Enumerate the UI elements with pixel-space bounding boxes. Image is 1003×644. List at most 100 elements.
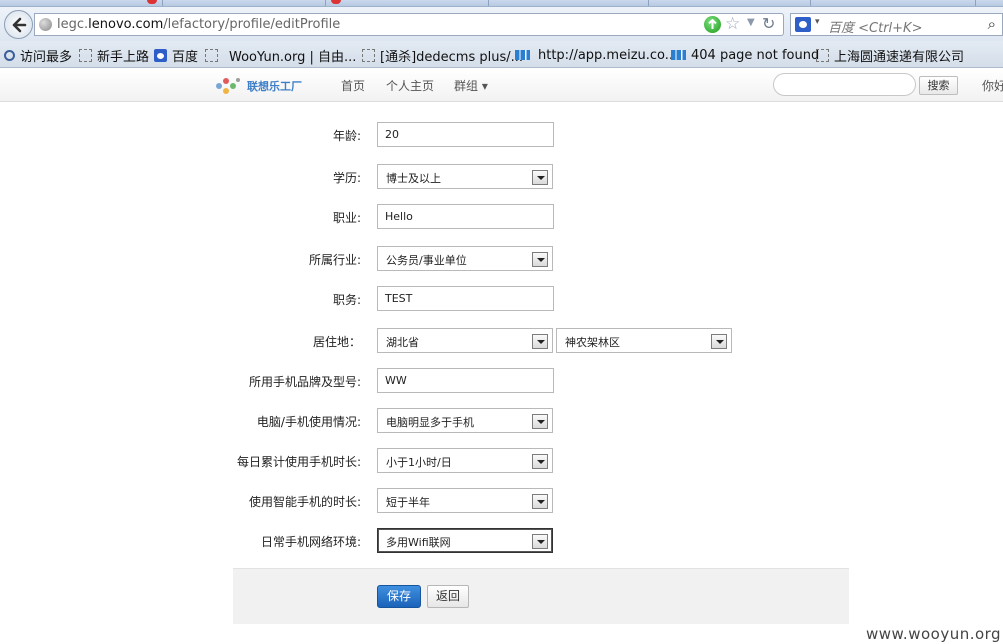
smartphone-duration-select[interactable]: 短于半年 xyxy=(377,488,553,513)
bookmark-item[interactable]: [通杀]dedecms plus/... xyxy=(362,47,523,65)
chevron-down-icon[interactable] xyxy=(532,252,548,267)
chevron-down-icon[interactable] xyxy=(532,170,548,185)
form-row-daily-time: 每日累计使用手机时长: 小于1小时/日 xyxy=(0,448,1003,474)
return-button[interactable]: 返回 xyxy=(427,585,469,608)
network-value: 多用Wifi联网 xyxy=(386,536,451,549)
form-row-device-usage: 电脑/手机使用情况: 电脑明显多于手机 xyxy=(0,408,1003,434)
history-dropdown-icon[interactable]: ▼ xyxy=(747,17,755,28)
occupation-label: 职业: xyxy=(332,211,361,225)
residence-label: 居住地： xyxy=(312,335,361,349)
position-label: 职务: xyxy=(332,293,361,307)
industry-value: 公务员/事业单位 xyxy=(386,254,467,267)
meizu-icon xyxy=(515,50,530,60)
bookmark-item[interactable]: 访问最多 xyxy=(4,47,72,65)
search-icon[interactable]: ⌕ xyxy=(988,15,996,33)
province-value: 湖北省 xyxy=(386,336,419,349)
browser-tab[interactable] xyxy=(489,0,649,6)
meizu-icon xyxy=(671,50,686,60)
address-bar[interactable]: legc.lenovo.com/lefactory/profile/editPr… xyxy=(34,13,784,36)
bookmark-item[interactable]: 上海圆通速递有限公司 xyxy=(816,47,964,65)
form-action-bar xyxy=(233,568,849,624)
bookmark-item[interactable]: 新手上路 xyxy=(79,47,149,65)
nav-personal-page[interactable]: 个人主页 xyxy=(386,77,434,94)
daily-time-value: 小于1小时/日 xyxy=(386,456,452,469)
province-select[interactable]: 湖北省 xyxy=(377,328,553,353)
form-row-smartphone-duration: 使用智能手机的时长: 短于半年 xyxy=(0,488,1003,514)
device-usage-label: 电脑/手机使用情况: xyxy=(256,415,361,429)
chevron-down-icon[interactable]: ▾ xyxy=(815,17,820,27)
browser-navbar: legc.lenovo.com/lefactory/profile/editPr… xyxy=(0,7,1003,41)
tab-favicon-icon xyxy=(147,0,157,4)
industry-select[interactable]: 公务员/事业单位 xyxy=(377,246,553,271)
education-label: 学历: xyxy=(332,171,361,185)
chevron-down-icon[interactable] xyxy=(532,534,548,549)
chevron-down-icon[interactable] xyxy=(532,494,548,509)
form-row-industry: 所属行业: 公务员/事业单位 xyxy=(0,246,1003,272)
search-placeholder: 百度 <Ctrl+K> xyxy=(828,21,923,36)
district-select[interactable]: 神农架林区 xyxy=(556,328,732,353)
address-text: legc.lenovo.com/lefactory/profile/editPr… xyxy=(57,17,341,32)
form-row-education: 学历: 博士及以上 xyxy=(0,164,1003,190)
browser-tab[interactable] xyxy=(163,0,326,6)
page-icon xyxy=(362,48,375,62)
occupation-input[interactable]: Hello xyxy=(377,204,554,229)
smartphone-duration-label: 使用智能手机的时长: xyxy=(248,495,361,509)
browser-tab[interactable] xyxy=(811,0,976,6)
search-engine-icon[interactable] xyxy=(795,17,811,32)
page-icon xyxy=(816,48,829,62)
reload-icon[interactable]: ↻ xyxy=(762,14,775,34)
education-select[interactable]: 博士及以上 xyxy=(377,164,553,189)
go-arrow-icon[interactable] xyxy=(704,16,721,33)
back-button[interactable] xyxy=(4,10,33,39)
age-input[interactable]: 20 xyxy=(377,122,554,147)
logo-text: 联想乐工厂 xyxy=(247,80,302,93)
chevron-down-icon[interactable] xyxy=(532,334,548,349)
education-value: 博士及以上 xyxy=(386,172,441,185)
device-usage-value: 电脑明显多于手机 xyxy=(386,416,474,429)
nav-groups[interactable]: 群组 ▾ xyxy=(454,77,488,94)
bookmark-item[interactable]: 404 page not found xyxy=(671,47,819,63)
age-label: 年龄: xyxy=(332,129,361,143)
device-usage-select[interactable]: 电脑明显多于手机 xyxy=(377,408,553,433)
network-select[interactable]: 多用Wifi联网 xyxy=(377,528,553,553)
browser-tab[interactable] xyxy=(0,0,163,6)
bookmark-star-icon[interactable]: ☆ xyxy=(725,14,740,34)
site-logo[interactable]: 联想乐工厂 xyxy=(214,74,302,98)
district-value: 神农架林区 xyxy=(565,336,620,349)
daily-time-select[interactable]: 小于1小时/日 xyxy=(377,448,553,473)
form-row-position: 职务: TEST xyxy=(0,286,1003,312)
browser-tab[interactable] xyxy=(649,0,811,6)
site-identity-icon[interactable] xyxy=(39,18,52,31)
industry-label: 所属行业: xyxy=(308,253,361,267)
browser-search-box[interactable]: ▾ 百度 <Ctrl+K> ⌕ xyxy=(790,13,1003,36)
form-row-age: 年龄: 20 xyxy=(0,122,1003,148)
page-icon xyxy=(205,48,218,62)
page-icon xyxy=(79,48,92,62)
network-label: 日常手机网络环境: xyxy=(260,535,361,549)
form-row-network: 日常手机网络环境: 多用Wifi联网 xyxy=(0,528,1003,554)
chevron-down-icon[interactable] xyxy=(532,454,548,469)
user-greeting: 你好 xyxy=(982,79,1003,93)
tab-favicon-icon xyxy=(331,0,341,4)
watermark: www.wooyun.org xyxy=(866,625,1002,643)
chevron-down-icon[interactable] xyxy=(532,414,548,429)
phone-model-input[interactable]: WW xyxy=(377,368,554,393)
chevron-down-icon[interactable] xyxy=(711,334,727,349)
logo-icon xyxy=(214,75,244,97)
save-button[interactable]: 保存 xyxy=(377,585,421,608)
site-search-button[interactable]: 搜索 xyxy=(919,76,958,95)
browser-tab[interactable] xyxy=(326,0,489,6)
magnifier-icon xyxy=(4,49,15,61)
smartphone-duration-value: 短于半年 xyxy=(386,496,430,509)
baidu-icon xyxy=(154,48,167,62)
form-row-phone-model: 所用手机品牌及型号: WW xyxy=(0,368,1003,394)
site-search-input[interactable] xyxy=(773,73,916,96)
daily-time-label: 每日累计使用手机时长: xyxy=(236,455,361,469)
bookmark-item[interactable]: http://app.meizu.co... xyxy=(515,47,677,63)
nav-home[interactable]: 首页 xyxy=(341,77,365,94)
bookmark-item[interactable]: WooYun.org | 自由... xyxy=(205,47,356,65)
position-input[interactable]: TEST xyxy=(377,286,554,311)
form-row-residence: 居住地： 湖北省 神农架林区 xyxy=(0,328,1003,354)
bookmarks-bar: 访问最多 新手上路 百度 WooYun.org | 自由... [通杀]dede… xyxy=(0,41,1003,68)
bookmark-item[interactable]: 百度 xyxy=(154,47,198,65)
